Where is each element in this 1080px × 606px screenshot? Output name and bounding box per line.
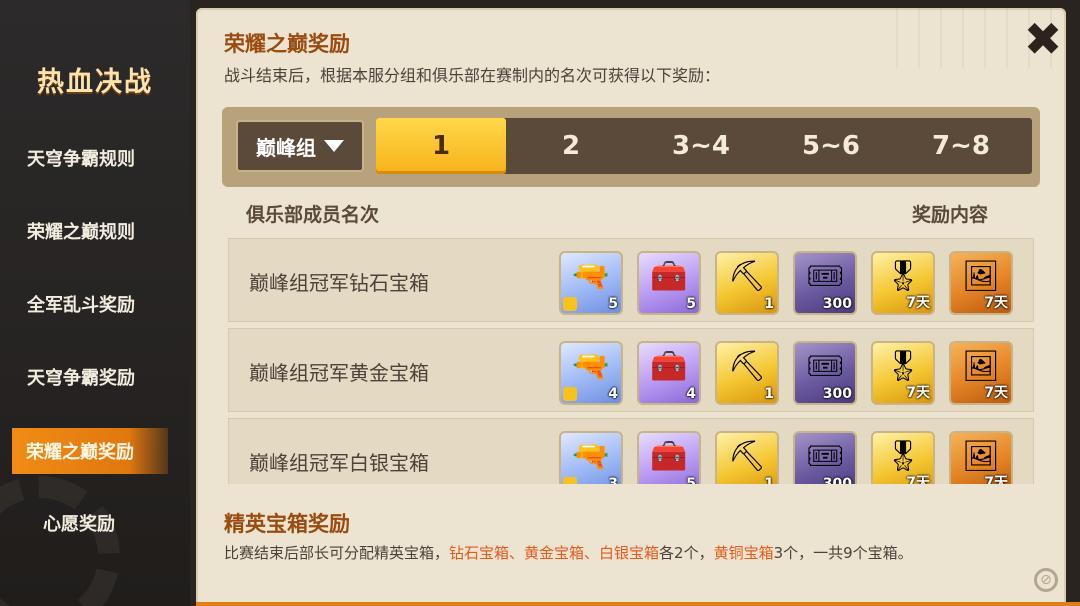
elite-text-3: 3个，一共9个宝箱。	[773, 544, 913, 562]
frame-icon: 🖼	[961, 349, 1001, 384]
gun-fragment-icon: 🔫	[572, 439, 610, 474]
reward-item[interactable]: 🎟 300	[793, 341, 857, 405]
item-count: 1	[764, 476, 774, 484]
sidebar: 热血决战 天穹争霸规则 荣耀之巅规则 全军乱斗奖励 天穹争霸奖励 荣耀之巅奖励 …	[0, 0, 190, 606]
reward-item[interactable]: ⛏ 1	[715, 431, 779, 484]
item-count: 7天	[906, 475, 930, 484]
group-dropdown-value: 巅峰组	[256, 135, 316, 160]
elite-highlight-1: 钻石宝箱、黄金宝箱、白银宝箱	[449, 544, 660, 562]
reward-item[interactable]: 🔫 3	[559, 431, 623, 484]
gun-fragment-icon: 🔫	[572, 349, 610, 384]
elite-text-1: 比赛结束后部长可分配精英宝箱，	[224, 544, 450, 562]
reward-item[interactable]: 🧰 5	[637, 251, 701, 315]
item-count: 4	[608, 386, 618, 402]
bottom-accent-bar	[196, 602, 1080, 606]
item-count: 5	[686, 296, 696, 312]
item-count: 3	[608, 476, 618, 484]
item-count: 7天	[906, 385, 930, 401]
tab-rank-3-4[interactable]: 3~4	[636, 118, 766, 174]
reward-item[interactable]: 🎟 300	[793, 431, 857, 484]
treasure-chest-icon: 🧰	[650, 259, 688, 294]
row-label: 巅峰组冠军钻石宝箱	[249, 270, 429, 295]
tab-rank-1[interactable]: 1	[376, 118, 506, 174]
group-dropdown[interactable]: 巅峰组	[236, 120, 364, 172]
elite-section-title: 精英宝箱奖励	[224, 512, 350, 536]
pickaxe-icon: ⛏	[727, 439, 767, 474]
puzzle-piece-icon	[563, 387, 577, 401]
column-header-reward: 奖励内容	[912, 204, 989, 226]
reward-item[interactable]: 🎖 7天	[871, 431, 935, 484]
sidebar-item-tianqiong-rewards[interactable]: 天穹争霸奖励	[0, 354, 180, 400]
reward-item[interactable]: ⛏ 1	[715, 341, 779, 405]
elite-description: 比赛结束后部长可分配精英宝箱，钻石宝箱、黄金宝箱、白银宝箱各2个，黄铜宝箱3个，…	[224, 542, 1024, 564]
item-count: 7天	[984, 475, 1008, 484]
item-count: 300	[822, 296, 852, 312]
tab-rank-2[interactable]: 2	[506, 118, 636, 174]
rank-tabs: 1 2 3~4 5~6 7~8	[376, 118, 1032, 174]
reward-item[interactable]: 🖼 7天	[949, 341, 1013, 405]
row-label: 巅峰组冠军黄金宝箱	[249, 360, 429, 385]
reward-item[interactable]: 🧰 4	[637, 341, 701, 405]
medal-badge-icon: 🎖	[883, 349, 923, 384]
table-row: 巅峰组冠军黄金宝箱 🔫 4 🧰 4 ⛏ 1 🎟 300 🎖 7天 🖼 7天	[228, 328, 1034, 412]
pickaxe-icon: ⛏	[727, 349, 767, 384]
sidebar-item-glory-rules[interactable]: 荣耀之巅规则	[0, 208, 180, 254]
medal-badge-icon: 🎖	[883, 439, 923, 474]
item-count: 5	[608, 296, 618, 312]
puzzle-piece-icon	[563, 477, 577, 484]
ticket-icon: 🎟	[805, 439, 845, 474]
reward-item[interactable]: 🧰 5	[637, 431, 701, 484]
reward-list[interactable]: 巅峰组冠军钻石宝箱 🔫 5 🧰 5 ⛏ 1 🎟 300 🎖 7天 🖼 7天 巅峰…	[228, 238, 1038, 484]
item-count: 5	[686, 476, 696, 484]
frame-icon: 🖼	[961, 259, 1001, 294]
treasure-chest-icon: 🧰	[650, 349, 688, 384]
item-count: 1	[764, 386, 774, 402]
sidebar-title: 热血决战	[37, 67, 153, 98]
table-row: 巅峰组冠军钻石宝箱 🔫 5 🧰 5 ⛏ 1 🎟 300 🎖 7天 🖼 7天	[228, 238, 1034, 322]
elite-text-2: 各2个，	[659, 544, 714, 562]
chevron-down-icon	[324, 140, 344, 152]
item-count: 7天	[984, 295, 1008, 311]
reward-item[interactable]: 🖼 7天	[949, 431, 1013, 484]
item-count: 1	[764, 296, 774, 312]
reward-item[interactable]: 🔫 4	[559, 341, 623, 405]
prohibit-icon[interactable]: ⊘	[1034, 568, 1058, 592]
item-count: 300	[822, 386, 852, 402]
reward-item[interactable]: 🔫 5	[559, 251, 623, 315]
medal-badge-icon: 🎖	[883, 259, 923, 294]
item-count: 7天	[906, 295, 930, 311]
tab-rank-5-6[interactable]: 5~6	[766, 118, 896, 174]
close-button[interactable]: ✖	[1018, 14, 1068, 64]
item-count: 4	[686, 386, 696, 402]
item-count: 300	[822, 476, 852, 484]
reward-item[interactable]: 🎖 7天	[871, 341, 935, 405]
gun-fragment-icon: 🔫	[572, 259, 610, 294]
sidebar-item-wish-rewards[interactable]: 心愿奖励	[0, 500, 180, 546]
reward-item[interactable]: ⛏ 1	[715, 251, 779, 315]
column-header-rank: 俱乐部成员名次	[246, 204, 380, 226]
row-label: 巅峰组冠军白银宝箱	[249, 450, 429, 475]
sidebar-item-tianqiong-rules[interactable]: 天穹争霸规则	[0, 135, 180, 181]
table-row: 巅峰组冠军白银宝箱 🔫 3 🧰 5 ⛏ 1 🎟 300 🎖 7天 🖼 7天	[228, 418, 1034, 484]
reward-item[interactable]: 🎟 300	[793, 251, 857, 315]
reward-item[interactable]: 🖼 7天	[949, 251, 1013, 315]
treasure-chest-icon: 🧰	[650, 439, 688, 474]
sidebar-item-glory-rewards[interactable]: 荣耀之巅奖励	[12, 428, 168, 474]
tab-rank-7-8[interactable]: 7~8	[896, 118, 1026, 174]
reward-item[interactable]: 🎖 7天	[871, 251, 935, 315]
elite-highlight-2: 黄铜宝箱	[713, 544, 774, 562]
page-description: 战斗结束后，根据本服分组和俱乐部在赛制内的名次可获得以下奖励：	[224, 66, 721, 85]
pickaxe-icon: ⛏	[727, 259, 767, 294]
item-count: 7天	[984, 385, 1008, 401]
ticket-icon: 🎟	[805, 259, 845, 294]
ticket-icon: 🎟	[805, 349, 845, 384]
puzzle-piece-icon	[563, 297, 577, 311]
sidebar-item-melee-rewards[interactable]: 全军乱斗奖励	[0, 281, 180, 327]
frame-icon: 🖼	[961, 439, 1001, 474]
page-title: 荣耀之巅奖励	[224, 32, 350, 56]
